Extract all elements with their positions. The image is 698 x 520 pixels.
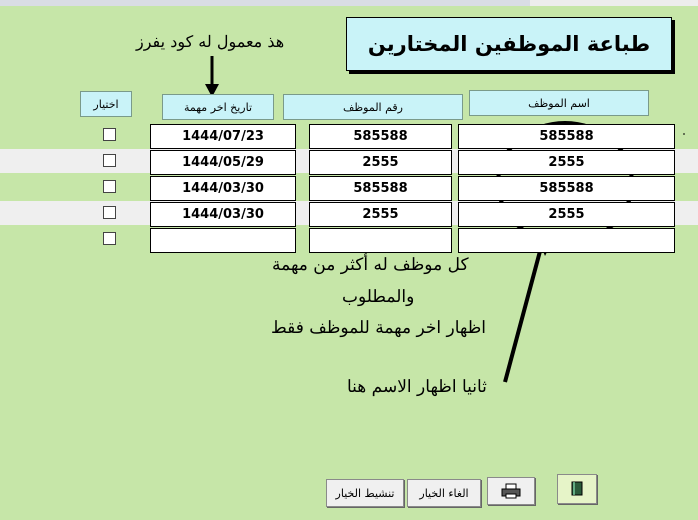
cell-last-task-date[interactable]: 1444/03/30 (150, 176, 296, 201)
cell-employee-number[interactable]: 585588 (309, 124, 452, 149)
cell-employee-name[interactable]: 585588 (458, 176, 675, 201)
select-checkbox[interactable] (103, 154, 116, 167)
cell-employee-name[interactable] (458, 228, 675, 253)
cell-last-task-date[interactable]: 1444/05/29 (150, 150, 296, 175)
header-employee-number: رقم الموظف (283, 94, 463, 120)
cell-employee-number[interactable] (309, 228, 452, 253)
annotation-required: والمطلوب (342, 287, 415, 307)
select-checkbox[interactable] (103, 180, 116, 193)
cell-last-task-date[interactable]: 1444/07/23 (150, 124, 296, 149)
cell-last-task-date[interactable] (150, 228, 296, 253)
report-button[interactable] (557, 474, 597, 504)
cell-employee-number[interactable]: 585588 (309, 176, 452, 201)
cell-employee-number[interactable]: 2555 (309, 150, 452, 175)
header-employee-name: اسم الموظف (469, 90, 649, 116)
header-select: اختيار (80, 91, 132, 117)
activate-selection-button[interactable]: تنشيط الخيار (326, 479, 404, 507)
book-icon (571, 481, 583, 496)
pointer-line (503, 239, 545, 383)
select-checkbox[interactable] (103, 128, 116, 141)
cell-last-task-date[interactable]: 1444/03/30 (150, 202, 296, 227)
select-checkbox[interactable] (103, 232, 116, 245)
print-button[interactable] (487, 477, 535, 505)
select-checkbox[interactable] (103, 206, 116, 219)
cell-employee-name[interactable]: 585588 (458, 124, 675, 149)
header-last-task-date: تاريخ اخر مهمة (162, 94, 274, 120)
cell-employee-name[interactable]: 2555 (458, 202, 675, 227)
cell-employee-number[interactable]: 2555 (309, 202, 452, 227)
annotation-multiple-tasks: كل موظف له أكثر من مهمة (272, 255, 469, 275)
printer-icon (501, 483, 521, 499)
cell-employee-name[interactable]: 2555 (458, 150, 675, 175)
annotation-last-task-only: اظهار اخر مهمة للموظف فقط (271, 318, 486, 338)
cancel-selection-button[interactable]: الغاء الخيار (407, 479, 481, 507)
annotation-show-name: ثانيا اظهار الاسم هنا (347, 377, 487, 397)
